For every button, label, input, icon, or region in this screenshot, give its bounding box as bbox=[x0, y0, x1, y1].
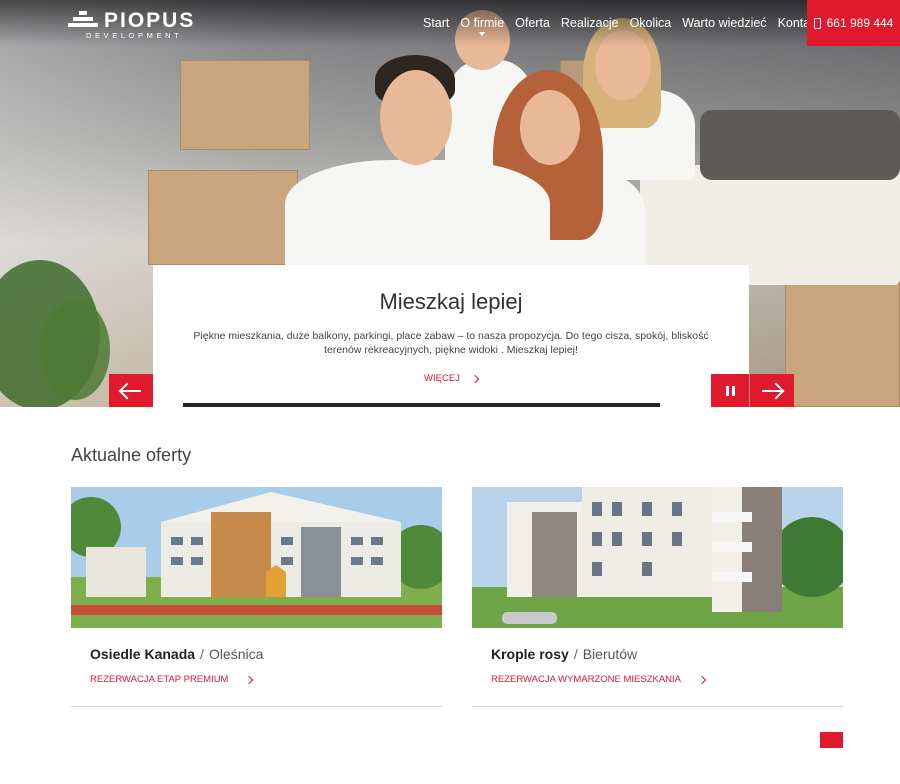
separator: / bbox=[573, 646, 578, 662]
caret-down-icon bbox=[479, 32, 486, 36]
nav-item-oferta[interactable]: Oferta bbox=[515, 16, 550, 30]
offer-link[interactable]: REZERWACJA WYMARZONE MIESZKANIA bbox=[491, 674, 707, 685]
offer-image[interactable] bbox=[472, 487, 843, 628]
brand-name: PIOPUS bbox=[104, 9, 196, 32]
offer-link-label: REZERWACJA WYMARZONE MIESZKANIA bbox=[491, 674, 682, 685]
slider-title: Mieszkaj lepiej bbox=[379, 289, 523, 314]
offer-title[interactable]: Krople rosy / Bierutów bbox=[491, 646, 637, 662]
offer-city: Oleśnica bbox=[208, 646, 264, 662]
brand-logo[interactable]: PIOPUS DEVELOPMENT bbox=[68, 9, 202, 40]
offer-link-label: REZERWACJA ETAP PREMIUM bbox=[90, 674, 229, 685]
more-link-label: WIĘCEJ bbox=[424, 373, 460, 384]
chevron-right-icon bbox=[697, 675, 707, 684]
offer-image[interactable] bbox=[71, 487, 442, 628]
arrow-right-icon bbox=[762, 389, 782, 392]
offer-link[interactable]: REZERWACJA ETAP PREMIUM bbox=[90, 674, 254, 685]
nav-item-o-firmie[interactable]: O firmie bbox=[460, 16, 505, 36]
offer-city: Bierutów bbox=[582, 646, 638, 662]
offer-card[interactable]: Krople rosy / Bierutów REZERWACJA WYMARZON… bbox=[472, 487, 843, 707]
divider bbox=[71, 706, 442, 707]
nav-item-okolica[interactable]: Okolica bbox=[630, 16, 672, 30]
nav-item-warto-wiedziec[interactable]: Warto wiedzieć bbox=[682, 16, 766, 30]
slider-caption: Mieszkaj lepiej Piękne mieszkania, duże … bbox=[153, 265, 749, 407]
chevron-right-icon bbox=[245, 675, 254, 684]
nav-item-label: O firmie bbox=[460, 16, 505, 30]
hero-sofa bbox=[700, 110, 900, 180]
slider-progress-bar bbox=[183, 403, 660, 407]
phone-icon bbox=[813, 17, 821, 29]
main-nav: Start O firmie Oferta Realizacje Okolica… bbox=[423, 16, 831, 36]
separator: / bbox=[200, 646, 204, 662]
offer-name: Osiedle Kanada bbox=[90, 646, 196, 662]
brand-subtitle: DEVELOPMENT bbox=[86, 31, 183, 40]
chevron-right-icon bbox=[470, 374, 480, 383]
hero-person bbox=[380, 70, 452, 165]
slider-text: Piękne mieszkania, duże balkony, parking… bbox=[193, 330, 709, 356]
hero-box bbox=[148, 170, 298, 265]
hero-plant bbox=[40, 300, 110, 400]
slider-next-button[interactable] bbox=[750, 374, 794, 407]
offer-title[interactable]: Osiedle Kanada / Oleśnica bbox=[90, 646, 263, 662]
hero-person bbox=[285, 160, 550, 270]
scroll-top-button[interactable] bbox=[820, 732, 843, 748]
arrow-left-icon bbox=[121, 389, 141, 392]
offer-card[interactable]: Osiedle Kanada / Oleśnica REZERWACJA ETAP … bbox=[71, 487, 442, 707]
offer-name: Krople rosy bbox=[491, 646, 569, 662]
logo-icon bbox=[68, 11, 98, 27]
nav-item-realizacje[interactable]: Realizacje bbox=[561, 16, 619, 30]
phone-button[interactable]: 661 989 444 bbox=[807, 0, 900, 46]
slider-pause-button[interactable] bbox=[711, 374, 749, 407]
hero-person bbox=[520, 90, 580, 165]
section-title: Aktualne oferty bbox=[71, 445, 192, 465]
hero-box bbox=[180, 60, 310, 150]
more-link[interactable]: WIĘCEJ bbox=[424, 373, 480, 384]
nav-item-start[interactable]: Start bbox=[423, 16, 449, 30]
slider-prev-button[interactable] bbox=[109, 374, 153, 407]
divider bbox=[472, 706, 843, 707]
pause-icon bbox=[725, 385, 735, 396]
phone-number: 661 989 444 bbox=[826, 16, 894, 30]
